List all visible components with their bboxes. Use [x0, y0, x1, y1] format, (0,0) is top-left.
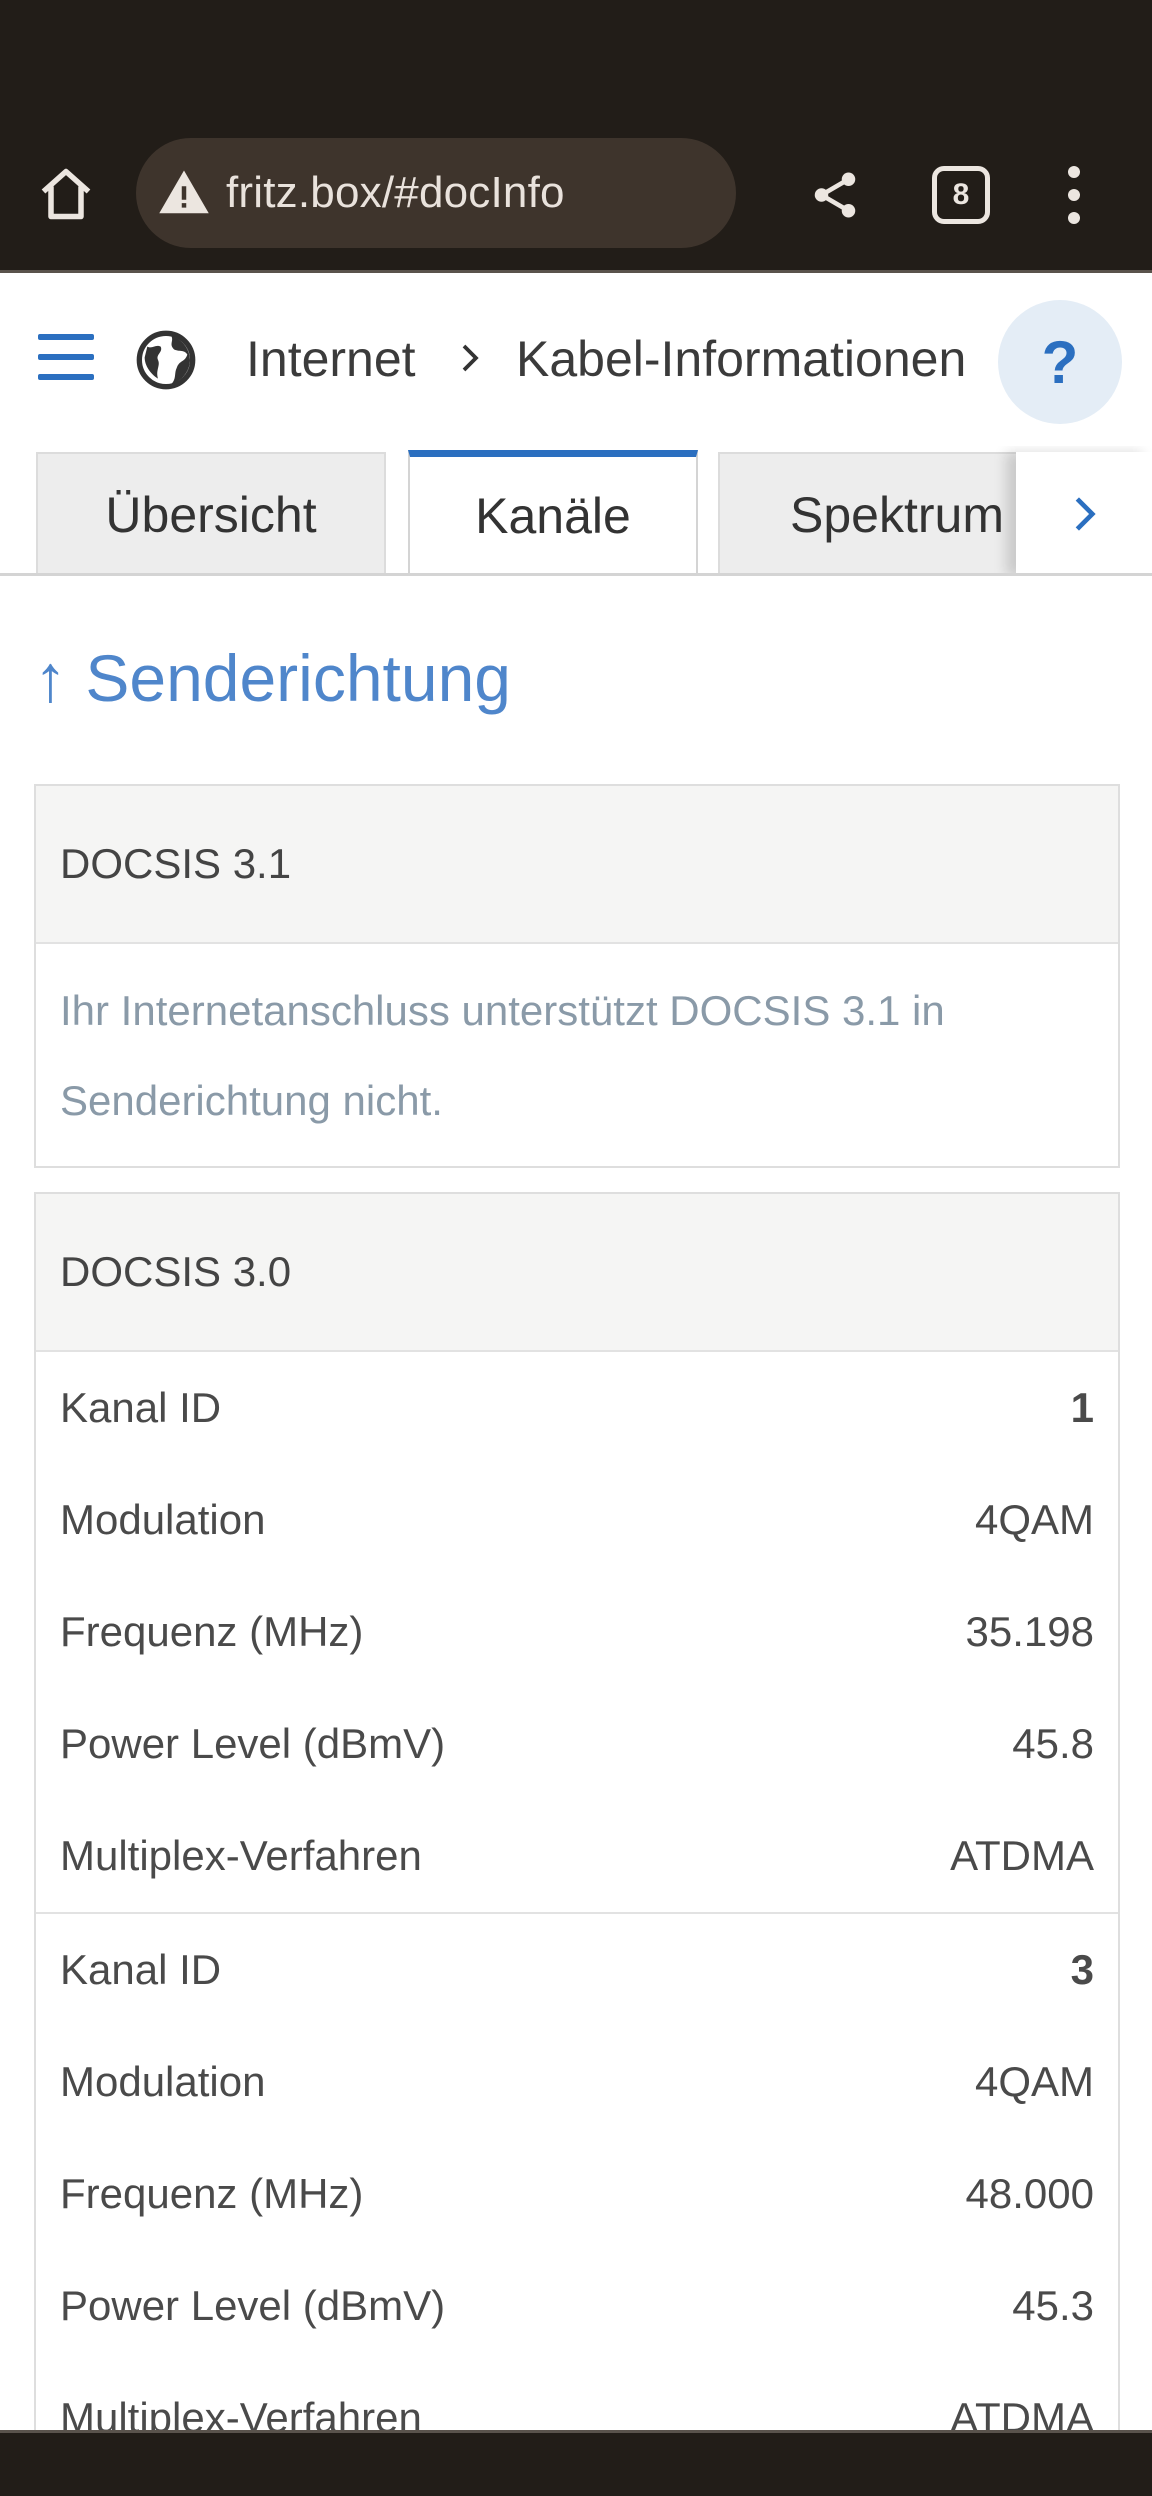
- table-row: Frequenz (MHz) 48.000: [36, 2138, 1118, 2250]
- tabs-scroll-right-icon[interactable]: [1016, 452, 1152, 573]
- address-bar[interactable]: fritz.box/#docInfo: [136, 138, 736, 248]
- row-label: Frequenz (MHz): [60, 2170, 364, 2217]
- url-text: fritz.box/#docInfo: [226, 168, 565, 217]
- app-header: Internet Kabel-Informationen ?: [0, 276, 1152, 446]
- table-row: Power Level (dBmV) 45.3: [36, 2250, 1118, 2362]
- channel-group: Kanal ID 3 Modulation 4QAM Frequenz (MHz…: [36, 1914, 1118, 2474]
- docsis31-note: Ihr Internetanschluss unterstützt DOCSIS…: [60, 987, 945, 1124]
- panel-heading: DOCSIS 3.0: [36, 1194, 1118, 1352]
- tab-switcher-button[interactable]: 8: [932, 166, 990, 224]
- table-row: Power Level (dBmV) 45.8: [36, 1688, 1118, 1800]
- table-row: Kanal ID 1: [36, 1352, 1118, 1464]
- table-row: Modulation 4QAM: [36, 1464, 1118, 1576]
- tab-strip: Übersicht Kanäle Spektrum: [0, 446, 1152, 576]
- row-value: ATDMA: [950, 1832, 1094, 1879]
- status-bar: [0, 0, 1152, 110]
- row-label: Kanal ID: [60, 1946, 222, 1993]
- row-value: 1: [1070, 1384, 1094, 1431]
- row-label: Kanal ID: [60, 1384, 222, 1431]
- navigation-bar: [0, 2430, 1152, 2496]
- table-row: Kanal ID 3: [36, 1914, 1118, 2026]
- help-button[interactable]: ?: [998, 300, 1122, 424]
- row-value: 48.000: [965, 2170, 1094, 2217]
- row-value: 4QAM: [974, 2058, 1094, 2105]
- row-value: 4QAM: [974, 1496, 1094, 1543]
- tab-kanaele[interactable]: Kanäle: [408, 450, 698, 573]
- section-title: ↑ Senderichtung: [34, 641, 511, 715]
- row-label: Multiplex-Verfahren: [60, 1832, 422, 1879]
- row-value: 35.198: [965, 1608, 1094, 1655]
- table-row: Multiplex-Verfahren ATDMA: [36, 1800, 1118, 1912]
- table-row: Frequenz (MHz) 35.198: [36, 1576, 1118, 1688]
- row-label: Power Level (dBmV): [60, 1720, 446, 1767]
- chevron-right-icon: [452, 338, 488, 378]
- tab-count: 8: [952, 178, 970, 211]
- row-value: 45.8: [1012, 1720, 1094, 1767]
- more-options-icon[interactable]: [1050, 160, 1098, 230]
- share-icon[interactable]: [800, 160, 870, 230]
- row-label: Frequenz (MHz): [60, 1608, 364, 1655]
- row-value: 3: [1070, 1946, 1094, 1993]
- docsis30-panel: DOCSIS 3.0 Kanal ID 1 Modulation 4QAM Fr…: [34, 1192, 1120, 2474]
- home-icon[interactable]: [32, 160, 100, 228]
- channel-group: Kanal ID 1 Modulation 4QAM Frequenz (MHz…: [36, 1352, 1118, 1914]
- tab-uebersicht[interactable]: Übersicht: [36, 452, 386, 573]
- browser-toolbar: fritz.box/#docInfo 8: [0, 110, 1152, 273]
- globe-icon: [134, 328, 198, 392]
- docsis31-panel: DOCSIS 3.1 Ihr Internetanschluss unterst…: [34, 784, 1120, 1168]
- row-label: Modulation: [60, 2058, 266, 2105]
- page-title: Kabel-Informationen: [516, 331, 967, 387]
- hamburger-menu-icon[interactable]: [38, 334, 94, 380]
- row-label: Modulation: [60, 1496, 266, 1543]
- table-row: Modulation 4QAM: [36, 2026, 1118, 2138]
- breadcrumb-internet[interactable]: Internet: [246, 330, 416, 388]
- row-value: 45.3: [1012, 2282, 1094, 2329]
- row-label: Power Level (dBmV): [60, 2282, 446, 2329]
- panel-heading: DOCSIS 3.1: [36, 786, 1118, 944]
- warning-icon[interactable]: [156, 165, 212, 221]
